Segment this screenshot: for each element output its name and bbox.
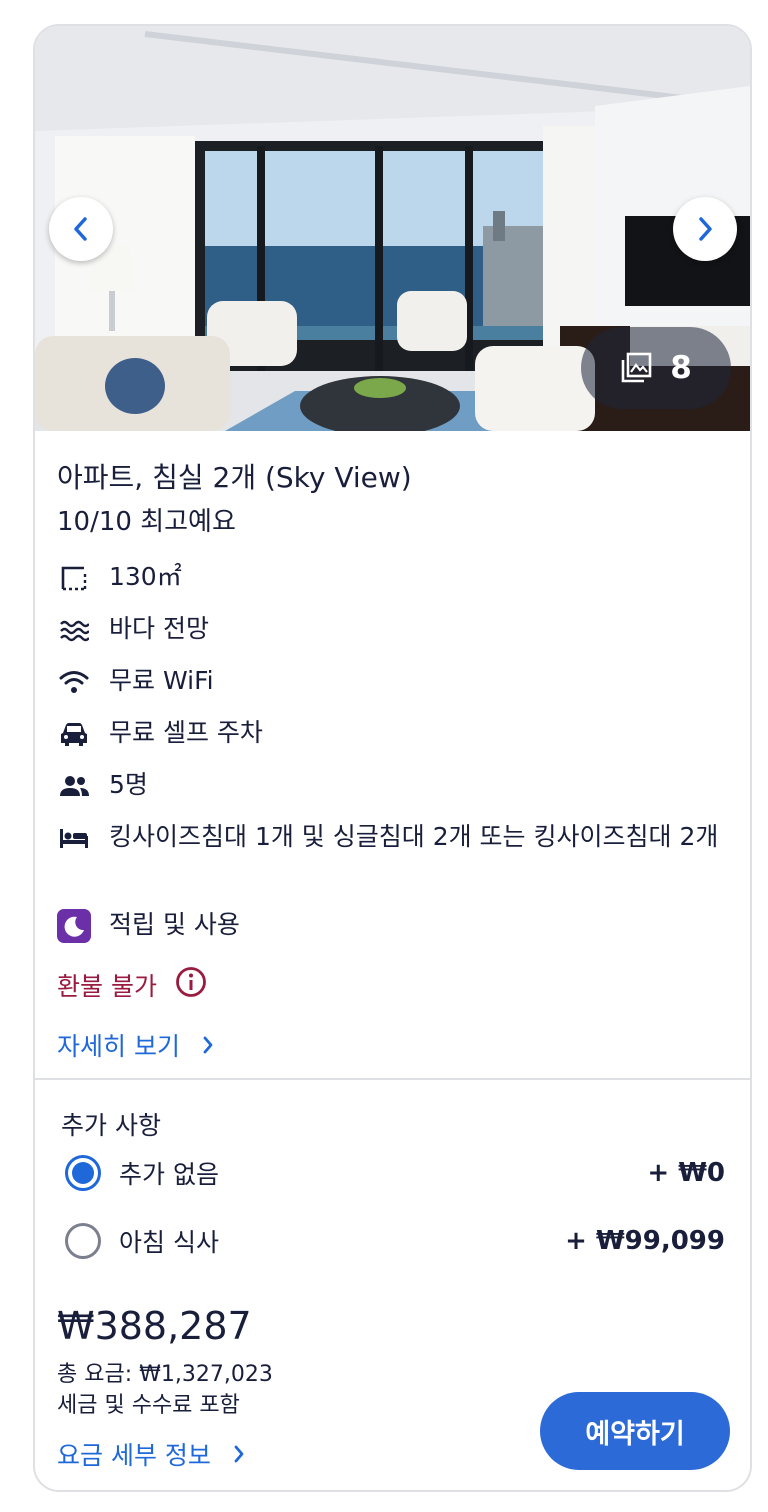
- gallery-count-button[interactable]: 8: [581, 327, 731, 409]
- amenity-beds: 킹사이즈침대 1개 및 싱글침대 2개 또는 킹사이즈침대 2개: [57, 820, 724, 855]
- section-divider: [35, 1078, 750, 1080]
- tax-note: 세금 및 수수료 포함: [57, 1393, 240, 1418]
- amenity-label: 130㎡: [109, 562, 182, 591]
- extra-option-none[interactable]: 추가 없음 + ₩0: [65, 1153, 725, 1193]
- chevron-left-icon: [74, 217, 87, 241]
- people-icon: [57, 769, 91, 803]
- area-icon: [57, 561, 91, 595]
- photo-count: 8: [670, 350, 692, 386]
- amenity-parking: 무료 셀프 주차: [57, 716, 263, 751]
- price-details-label: 요금 세부 정보: [57, 1441, 211, 1470]
- room-card: 8 아파트, 침실 2개 (Sky View) 10/10 최고예요 130㎡ …: [33, 24, 752, 1492]
- amenity-label: 무료 셀프 주차: [109, 718, 263, 747]
- chevron-right-icon: [234, 1445, 244, 1463]
- amenity-area: 130㎡: [57, 560, 182, 595]
- bed-icon: [57, 821, 91, 855]
- car-icon: [57, 717, 91, 751]
- waves-icon: [57, 613, 91, 647]
- total-price: 총 요금: ₩1,327,023: [57, 1362, 273, 1387]
- amenity-label: 적립 및 사용: [109, 910, 240, 939]
- amenity-loyalty: 적립 및 사용: [57, 908, 240, 943]
- room-photo[interactable]: 8: [35, 26, 750, 431]
- chevron-right-icon: [699, 217, 712, 241]
- option-label: 추가 없음: [119, 1160, 219, 1189]
- reserve-button[interactable]: 예약하기: [540, 1392, 730, 1470]
- prev-photo-button[interactable]: [49, 197, 113, 261]
- amenity-label: 무료 WiFi: [109, 666, 214, 695]
- extra-option-breakfast[interactable]: 아침 식사 + ₩99,099: [65, 1221, 725, 1261]
- chevron-right-icon: [203, 1036, 213, 1054]
- room-rating: 10/10 최고예요: [57, 507, 236, 537]
- option-price: + ₩0: [647, 1158, 725, 1188]
- room-title: 아파트, 침실 2개 (Sky View): [57, 461, 412, 494]
- radio-button[interactable]: [65, 1223, 101, 1259]
- amenity-label: 5명: [109, 770, 148, 799]
- wifi-icon: [57, 665, 91, 699]
- refund-label: 환불 불가: [57, 972, 157, 1001]
- moon-icon: [57, 909, 91, 943]
- more-details-label: 자세히 보기: [57, 1032, 180, 1061]
- amenity-label: 바다 전망: [109, 614, 209, 643]
- option-price: + ₩99,099: [565, 1226, 725, 1256]
- amenity-occupancy: 5명: [57, 768, 148, 803]
- refund-policy: 환불 불가: [57, 966, 207, 1004]
- more-details-link[interactable]: 자세히 보기: [57, 1027, 214, 1063]
- next-photo-button[interactable]: [673, 197, 737, 261]
- amenity-wifi: 무료 WiFi: [57, 664, 214, 699]
- info-icon[interactable]: [175, 966, 207, 1004]
- option-label: 아침 식사: [119, 1228, 219, 1257]
- amenity-label: 킹사이즈침대 1개 및 싱글침대 2개 또는 킹사이즈침대 2개: [109, 822, 719, 851]
- amenity-view: 바다 전망: [57, 612, 209, 647]
- extras-title: 추가 사항: [61, 1111, 161, 1140]
- nightly-price: ₩388,287: [57, 1304, 252, 1348]
- price-details-link[interactable]: 요금 세부 정보: [57, 1436, 245, 1472]
- radio-button-selected[interactable]: [65, 1155, 101, 1191]
- image-stack-icon: [621, 352, 652, 383]
